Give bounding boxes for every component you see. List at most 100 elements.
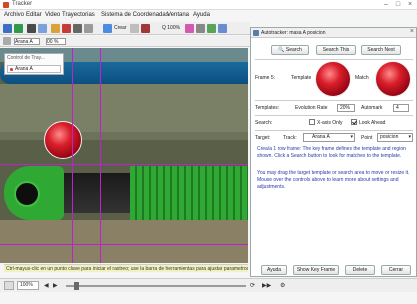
track-select-value: Arana A (312, 134, 330, 140)
info-text-1: Crea/a 1 row frame: The key frame define… (257, 146, 406, 159)
floor-surface (0, 84, 248, 132)
lower-surface (0, 220, 248, 263)
calibration-icon[interactable] (62, 24, 71, 33)
automark-spinner[interactable]: 4 (393, 104, 409, 112)
search-section-label: Search: (255, 120, 273, 126)
info-text-2: You may drag the target template or sear… (257, 170, 410, 190)
app-icon (3, 2, 9, 8)
match-thumbnail (375, 61, 411, 97)
menu-archivo[interactable]: Archivo (4, 12, 24, 18)
separator (255, 59, 413, 60)
track-name-field[interactable]: Arana A (14, 38, 40, 45)
guide-line-vertical (72, 48, 73, 263)
separator (255, 100, 413, 101)
clip-settings-icon[interactable] (51, 24, 60, 33)
chevron-down-icon: ▾ (408, 134, 411, 140)
search-icon: 🔍 (278, 47, 285, 53)
template-thumbnail (315, 61, 351, 97)
ruler-icon[interactable] (196, 24, 205, 33)
step-back-icon[interactable]: ◀ (44, 282, 49, 289)
menu-sistema-coordenadas[interactable]: Sistema de Coordenadas (101, 12, 169, 18)
track-control-header: Control de Tray... (7, 55, 45, 61)
import-icon[interactable] (27, 24, 36, 33)
help-button[interactable]: Ayuda (261, 265, 287, 275)
filter-icon[interactable] (84, 24, 93, 33)
xaxis-only-label: X-axis Only (317, 120, 343, 126)
player-zoom-field[interactable]: 100% (17, 281, 39, 290)
automark-label: Automark (361, 105, 383, 111)
chevron-down-icon: ▾ (350, 134, 353, 140)
search-next-button[interactable]: Search Next (361, 45, 401, 55)
maximize-icon[interactable]: □ (392, 0, 404, 10)
track-item-label: Arana A (15, 66, 33, 72)
minimize-icon[interactable]: – (380, 0, 392, 10)
track-color-icon (10, 68, 13, 71)
point-select-value: posicion (380, 134, 399, 140)
autotracker-dialog: Autotracker: masa A posicion × 🔍 Search … (250, 27, 417, 277)
protractor-icon[interactable] (207, 24, 216, 33)
menu-ayuda[interactable]: Ayuda (193, 12, 210, 18)
player-bar: 100% ◀ ▶ ⟳ ▶▶ ⚙ (0, 278, 417, 292)
main-toolbar: Crear Q 100% (0, 22, 250, 35)
step-forward-icon[interactable]: ▶▶ (262, 282, 271, 289)
point-select[interactable]: posicion ▾ (377, 133, 413, 142)
create-track-icon[interactable] (103, 24, 112, 33)
dialog-close-icon[interactable]: × (410, 28, 414, 35)
menu-editar[interactable]: Editar (26, 12, 42, 18)
xaxis-only-checkbox[interactable] (309, 119, 315, 125)
separator (255, 115, 413, 116)
menu-ventana[interactable]: Ventana (167, 12, 189, 18)
marker-icon[interactable] (185, 24, 194, 33)
delete-button[interactable]: Delete (345, 265, 375, 275)
track-toggle-icon[interactable] (3, 37, 11, 45)
guide-line-horizontal (0, 164, 248, 165)
timeline-thumb[interactable] (74, 282, 79, 290)
autotracker-icon[interactable] (218, 24, 227, 33)
close-button[interactable]: Cerrar (381, 265, 411, 275)
pencil-icon[interactable] (141, 24, 150, 33)
green-grip (130, 166, 248, 224)
search-this-button[interactable]: Search This (316, 45, 356, 55)
templates-label: Templates: (255, 105, 280, 111)
window-title: Tracker (12, 1, 33, 7)
dialog-titlebar: Autotracker: masa A posicion × (251, 28, 416, 38)
axes-icon[interactable] (73, 24, 82, 33)
loop-icon[interactable]: ⟳ (250, 282, 255, 289)
search-button[interactable]: 🔍 Search (271, 45, 309, 55)
zoom-button[interactable]: Q 100% (162, 25, 180, 31)
track-control-panel[interactable]: Control de Tray... Arana A (4, 53, 64, 75)
menu-video[interactable]: Video (45, 12, 60, 18)
settings-icon[interactable]: ⚙ (280, 282, 285, 289)
export-icon[interactable] (38, 24, 47, 33)
value-field[interactable]: 00 % (46, 38, 66, 45)
timeline-track[interactable] (66, 285, 246, 287)
search-label: Search (285, 47, 302, 53)
apple-target[interactable] (44, 121, 82, 159)
video-panel[interactable] (0, 48, 248, 263)
evolution-rate-spinner[interactable]: 20% (337, 104, 355, 112)
handle-hole (14, 181, 40, 207)
track-select[interactable]: Arana A ▾ (303, 133, 355, 142)
trail-icon[interactable] (130, 24, 139, 33)
zoom-menu-icon[interactable] (4, 281, 14, 290)
track-subbar: Arana A 00 % (0, 36, 250, 47)
frame-label: Frame 5: (255, 75, 276, 81)
play-icon[interactable]: ▶ (53, 282, 58, 289)
open-icon[interactable] (3, 24, 12, 33)
match-label: Match (355, 75, 369, 81)
evolution-label: Evolution Rate (295, 105, 328, 111)
create-button[interactable]: Crear (114, 25, 127, 31)
close-window-icon[interactable]: × (404, 0, 416, 10)
track-item[interactable]: Arana A (7, 65, 61, 73)
look-ahead-checkbox[interactable] (351, 119, 357, 125)
guide-line-horizontal-2 (0, 244, 248, 245)
track-label: Track: (283, 135, 297, 141)
window-titlebar: Tracker – □ × (0, 0, 417, 10)
separator (255, 130, 413, 131)
save-icon[interactable] (14, 24, 23, 33)
menu-trayectorias[interactable]: Trayectorias (62, 12, 95, 18)
floor-shadow (0, 132, 248, 140)
target-label: Target: (255, 135, 271, 141)
menu-bar: Archivo Editar Video Trayectorias Sistem… (0, 11, 417, 21)
show-key-frame-button[interactable]: Show Key Frame (293, 265, 339, 275)
